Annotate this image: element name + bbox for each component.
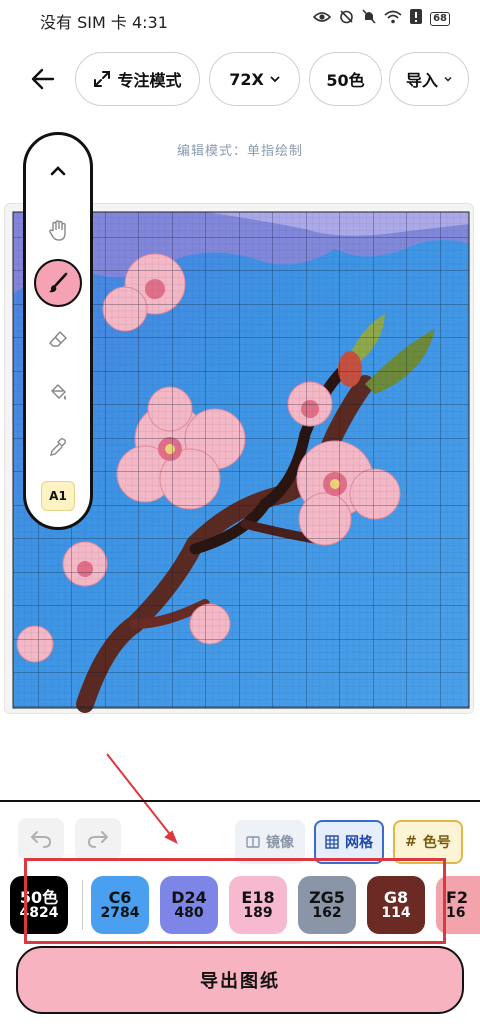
brush-tool-button[interactable] [34, 259, 82, 307]
swatch-code: F2 [446, 887, 469, 907]
panel-divider [0, 800, 480, 802]
color-code-label: 色号 [422, 835, 451, 851]
focus-mode-label: 专注模式 [117, 71, 182, 90]
color-count-label: 50色 [326, 71, 365, 90]
eraser-icon [49, 331, 67, 347]
undo-icon [31, 831, 51, 848]
undo-button[interactable] [18, 818, 64, 860]
chevron-down-icon [270, 76, 280, 83]
eyedropper-icon [50, 438, 66, 456]
brush-icon [49, 272, 68, 293]
current-cell-label[interactable]: A1 [41, 481, 75, 511]
import-dropdown[interactable]: 导入 [389, 52, 469, 106]
bead-pattern-editor: 没有 SIM 卡 4:31 68 专注模式 72X 50色 导入 编辑模式：单指… [0, 0, 480, 1027]
back-button[interactable] [26, 62, 60, 96]
status-icons: 68 [312, 9, 450, 28]
wifi-icon [384, 10, 402, 28]
battery-icon: 68 [430, 11, 450, 26]
hash-icon: # [405, 834, 417, 850]
zoom-dropdown[interactable]: 72X [209, 52, 300, 106]
arrow-left-icon [31, 68, 55, 90]
eye-icon [312, 10, 332, 28]
zoom-label: 72X [229, 69, 264, 89]
fill-bucket-icon [51, 384, 66, 400]
mirror-label: 镜像 [266, 835, 294, 851]
alarm-off-icon [339, 9, 354, 28]
expand-icon [94, 71, 111, 87]
grid-label: 网格 [345, 835, 373, 851]
import-label: 导入 [405, 71, 438, 90]
mirror-icon [246, 836, 260, 848]
eraser-tool-button[interactable] [36, 317, 80, 361]
annotation-highlight-box [24, 858, 446, 944]
status-carrier-time: 没有 SIM 卡 4:31 [40, 13, 168, 32]
chevron-up-icon [50, 166, 66, 176]
eyedropper-tool-button[interactable] [36, 425, 80, 469]
swatch-count: 16 [446, 905, 466, 922]
hand-icon [49, 220, 66, 241]
focus-mode-button[interactable]: 专注模式 [75, 52, 200, 106]
bell-off-icon [362, 9, 376, 28]
redo-icon [88, 831, 108, 848]
export-pattern-button[interactable]: 导出图纸 [16, 946, 464, 1014]
pan-tool-button[interactable] [36, 209, 80, 253]
fill-tool-button[interactable] [36, 371, 80, 415]
grid-icon [325, 835, 339, 849]
drawing-tool-panel: A1 [23, 132, 93, 530]
alert-icon [410, 9, 423, 28]
color-count-button[interactable]: 50色 [309, 52, 382, 106]
status-bar: 没有 SIM 卡 4:31 68 [0, 0, 480, 36]
chevron-down-icon [444, 77, 452, 82]
top-toolbar: 专注模式 72X 50色 导入 [0, 50, 480, 106]
redo-button[interactable] [75, 818, 121, 860]
collapse-tools-button[interactable] [36, 149, 80, 193]
